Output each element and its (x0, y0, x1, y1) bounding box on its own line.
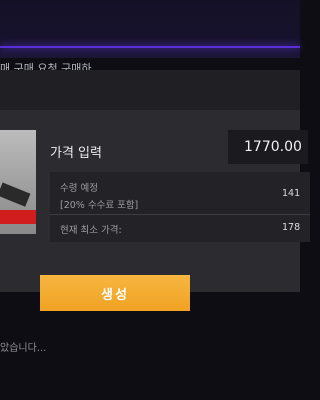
fee-note: [20% 수수료 포함] (60, 200, 139, 211)
background-top-bar (0, 0, 300, 58)
price-label: 가격 입력 (50, 146, 102, 161)
min-price-value: 178 (282, 222, 301, 233)
purple-accent-line (0, 46, 300, 48)
item-image (0, 182, 31, 207)
dialog-header (0, 70, 300, 110)
min-price-label: 현재 최소 가격: (60, 225, 122, 236)
info-divider (50, 214, 310, 215)
item-rarity-stripe (0, 210, 36, 224)
create-button[interactable]: 생성 (40, 275, 190, 311)
item-thumbnail (0, 130, 36, 234)
expected-receipt-value: 141 (282, 188, 301, 199)
expected-receipt-label: 수령 예정 (60, 183, 98, 194)
price-input[interactable] (228, 130, 308, 164)
status-message: 았습니다... (0, 343, 47, 354)
